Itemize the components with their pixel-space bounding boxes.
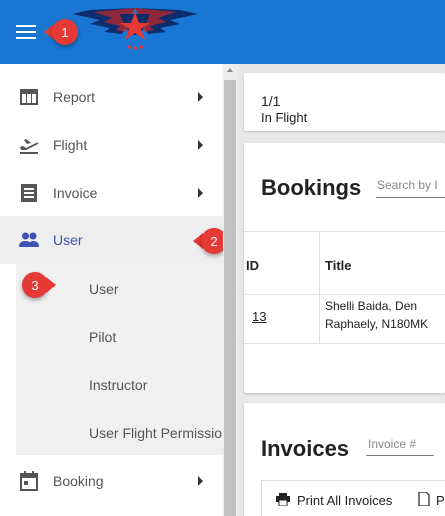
sidebar-item-flight[interactable]: Flight	[0, 121, 223, 169]
callout-3: 3	[22, 272, 56, 298]
callout-2: 2	[193, 228, 227, 254]
print-all-invoices-button[interactable]: Print All Invoices	[297, 493, 392, 508]
callout-1: 1	[44, 19, 78, 45]
submenu-item-label: Pilot	[89, 329, 117, 345]
sidebar-item-report[interactable]: Report	[0, 73, 223, 121]
booking-id-link[interactable]: 13	[252, 309, 266, 324]
calendar-icon	[20, 471, 38, 491]
winged-star-logo	[72, 8, 198, 50]
table-icon	[20, 89, 38, 105]
chevron-right-icon	[198, 92, 203, 102]
invoice-number-input[interactable]: Invoice #	[366, 435, 434, 456]
receipt-icon	[21, 184, 37, 202]
bookings-card: Bookings Search by I ID Title 13 Shelli …	[238, 143, 445, 393]
invoices-title: Invoices	[261, 436, 350, 461]
sidebar-item-label: Flight	[53, 137, 88, 153]
column-header-title[interactable]: Title	[325, 258, 352, 273]
flight-status-card: 1/1 In Flight	[244, 73, 445, 131]
invoice-toolbar: Print All Invoices P	[261, 480, 445, 516]
chevron-right-icon	[198, 188, 203, 198]
invoice-placeholder: Invoice #	[368, 437, 417, 451]
sidebar-item-invoice[interactable]: Invoice	[0, 169, 223, 217]
airplane-takeoff-icon	[20, 139, 39, 154]
submenu-item-user-flight-permission[interactable]: User Flight Permission	[16, 409, 223, 457]
sidebar-item-booking[interactable]: Booking	[0, 457, 223, 505]
sidebar-item-label: Invoice	[53, 185, 98, 201]
chevron-right-icon	[198, 476, 203, 486]
sidebar-item-label: Booking	[53, 473, 104, 489]
bookings-title: Bookings	[261, 175, 362, 200]
printer-icon	[276, 493, 290, 506]
booking-title-cell: Shelli Baida, Den Raphaely, N180MK	[325, 299, 429, 331]
in-flight-label: In Flight	[261, 110, 308, 125]
invoices-card: Invoices Invoice # Print All Invoices P	[244, 403, 445, 516]
sidebar-item-user[interactable]: User	[0, 216, 223, 264]
sidebar-item-label: Report	[53, 89, 96, 105]
submenu-item-pilot[interactable]: Pilot	[16, 313, 223, 361]
people-icon	[19, 232, 39, 247]
scrollbar-thumb[interactable]	[224, 80, 236, 516]
submenu-item-label: User	[89, 281, 119, 297]
bookings-search-input[interactable]: Search by I	[376, 175, 445, 198]
hamburger-menu-icon[interactable]	[16, 22, 38, 42]
submenu-item-label: Instructor	[89, 377, 148, 393]
submenu-item-instructor[interactable]: Instructor	[16, 361, 223, 409]
document-icon	[418, 492, 430, 506]
secondary-toolbar-button[interactable]: P	[436, 493, 445, 508]
column-header-id[interactable]: ID	[246, 258, 259, 273]
search-placeholder: Search by I	[377, 178, 438, 192]
main-content: 1/1 In Flight Bookings Search by I ID Ti…	[238, 64, 445, 516]
submenu-item-label: User Flight Permission	[89, 425, 223, 441]
scroll-up-arrow-icon[interactable]	[227, 68, 233, 72]
sidebar-item-label: User	[53, 232, 83, 248]
chevron-right-icon	[198, 140, 203, 150]
in-flight-count: 1/1	[261, 93, 281, 109]
